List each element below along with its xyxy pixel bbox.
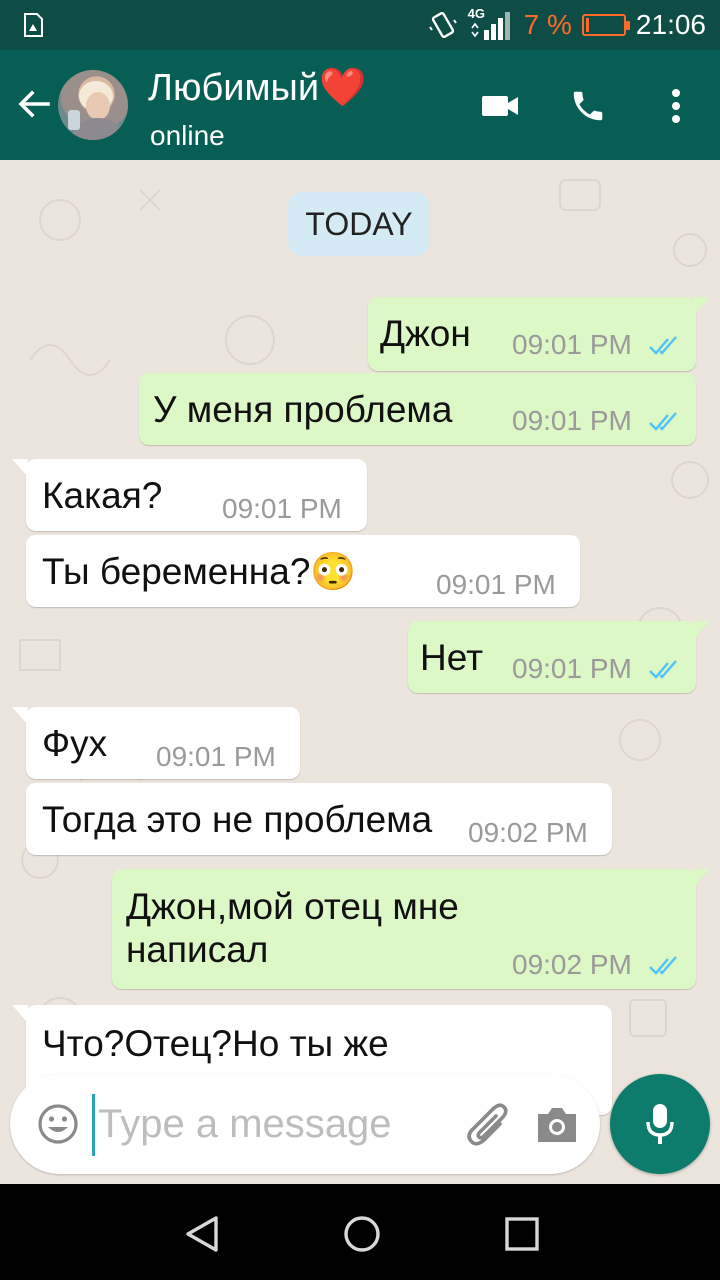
- battery-level: [585, 18, 589, 32]
- message-text: Ты беременна?😳: [42, 551, 357, 592]
- battery-percent: 7 %: [523, 9, 572, 40]
- message-time: 09:01 PM: [512, 405, 632, 436]
- signal-strength: 4G: [468, 6, 514, 42]
- status-bar: 4G 7 % 21:06: [0, 0, 720, 50]
- sim-alert-icon: [24, 13, 43, 37]
- bubble-tail: [694, 297, 710, 315]
- message-bubble-incoming[interactable]: Фух 09:01 PM: [12, 707, 300, 779]
- message-bubble-outgoing[interactable]: Нет 09:01 PM: [408, 621, 710, 693]
- battery-icon: [581, 14, 630, 36]
- message-bubble-outgoing[interactable]: У меня проблема 09:01 PM: [139, 373, 696, 445]
- message-time: 09:01 PM: [512, 653, 632, 684]
- message-input[interactable]: [98, 1092, 458, 1156]
- message-text: Нет: [420, 637, 484, 678]
- mic-icon: [646, 1104, 674, 1144]
- date-divider: TODAY: [288, 192, 430, 256]
- message-text: Джон: [380, 313, 471, 354]
- text-cursor: [92, 1094, 95, 1156]
- message-time: 09:01 PM: [222, 493, 342, 524]
- nav-home-icon[interactable]: [340, 1212, 384, 1256]
- read-receipt-icon: [649, 336, 677, 355]
- emoji-icon[interactable]: [36, 1102, 80, 1146]
- message-bubble-outgoing[interactable]: Джон 09:01 PM: [368, 297, 710, 371]
- status-indicators: 4G 7 % 21:06: [428, 6, 706, 42]
- nav-recent-apps-icon[interactable]: [500, 1212, 544, 1256]
- message-time: 09:01 PM: [156, 741, 276, 772]
- arrow-left-icon[interactable]: [14, 84, 54, 124]
- nav-back-icon[interactable]: [180, 1212, 224, 1256]
- avatar[interactable]: [58, 70, 128, 140]
- system-navigation-bar: [0, 1184, 720, 1280]
- message-text: Тогда это не проблема: [42, 799, 433, 840]
- phone-call-button[interactable]: [566, 84, 610, 128]
- read-receipt-icon: [649, 956, 677, 975]
- bubble-tail: [694, 869, 710, 887]
- message-composer: [10, 1074, 600, 1174]
- message-time: 09:01 PM: [436, 569, 556, 600]
- bubble-tail: [12, 1005, 28, 1023]
- message-time: 09:02 PM: [512, 949, 632, 980]
- message-bubble-incoming[interactable]: Ты беременна?😳 09:01 PM: [26, 535, 580, 607]
- message-text: Какая?: [42, 475, 163, 516]
- message-bubble-outgoing[interactable]: Джон,мой отец мне написал 09:02 PM: [112, 869, 710, 989]
- more-options-button[interactable]: [654, 84, 698, 128]
- message-text: У меня проблема: [153, 389, 453, 430]
- camera-icon[interactable]: [534, 1104, 580, 1144]
- attach-icon[interactable]: [466, 1100, 512, 1148]
- message-time: 09:02 PM: [468, 817, 588, 848]
- read-receipt-icon: [649, 412, 677, 431]
- more-vert-icon: [672, 89, 680, 123]
- video-call-icon: [482, 96, 518, 116]
- contact-status: online: [150, 120, 225, 151]
- message-list[interactable]: TODAY Джон 09:01 PM У меня проблема 09:0…: [0, 160, 720, 1184]
- message-text: Джон,мой отец мне написал: [126, 886, 459, 971]
- message-text: Что?Отец?Но ты же: [42, 1023, 389, 1064]
- message-bubble-incoming[interactable]: Какая? 09:01 PM: [12, 459, 367, 531]
- video-call-button[interactable]: [478, 84, 522, 128]
- vibrate-icon: [428, 12, 457, 38]
- clock: 21:06: [635, 9, 706, 40]
- bubble-tail: [12, 707, 28, 725]
- message-time: 09:01 PM: [512, 329, 632, 360]
- message-bubble-incoming[interactable]: Тогда это не проблема 09:02 PM: [26, 783, 612, 855]
- contact-name[interactable]: Любимый❤️: [148, 66, 366, 110]
- bubble-tail: [12, 459, 28, 477]
- signal-bars-icon: [471, 12, 510, 40]
- bubble-tail: [694, 621, 710, 639]
- phone-call-icon: [573, 91, 603, 121]
- voice-message-button[interactable]: [610, 1074, 710, 1174]
- message-text: Фух: [42, 723, 108, 764]
- avatar-image: [68, 81, 124, 140]
- chat-header: Любимый❤️ online: [0, 50, 720, 160]
- read-receipt-icon: [649, 660, 677, 679]
